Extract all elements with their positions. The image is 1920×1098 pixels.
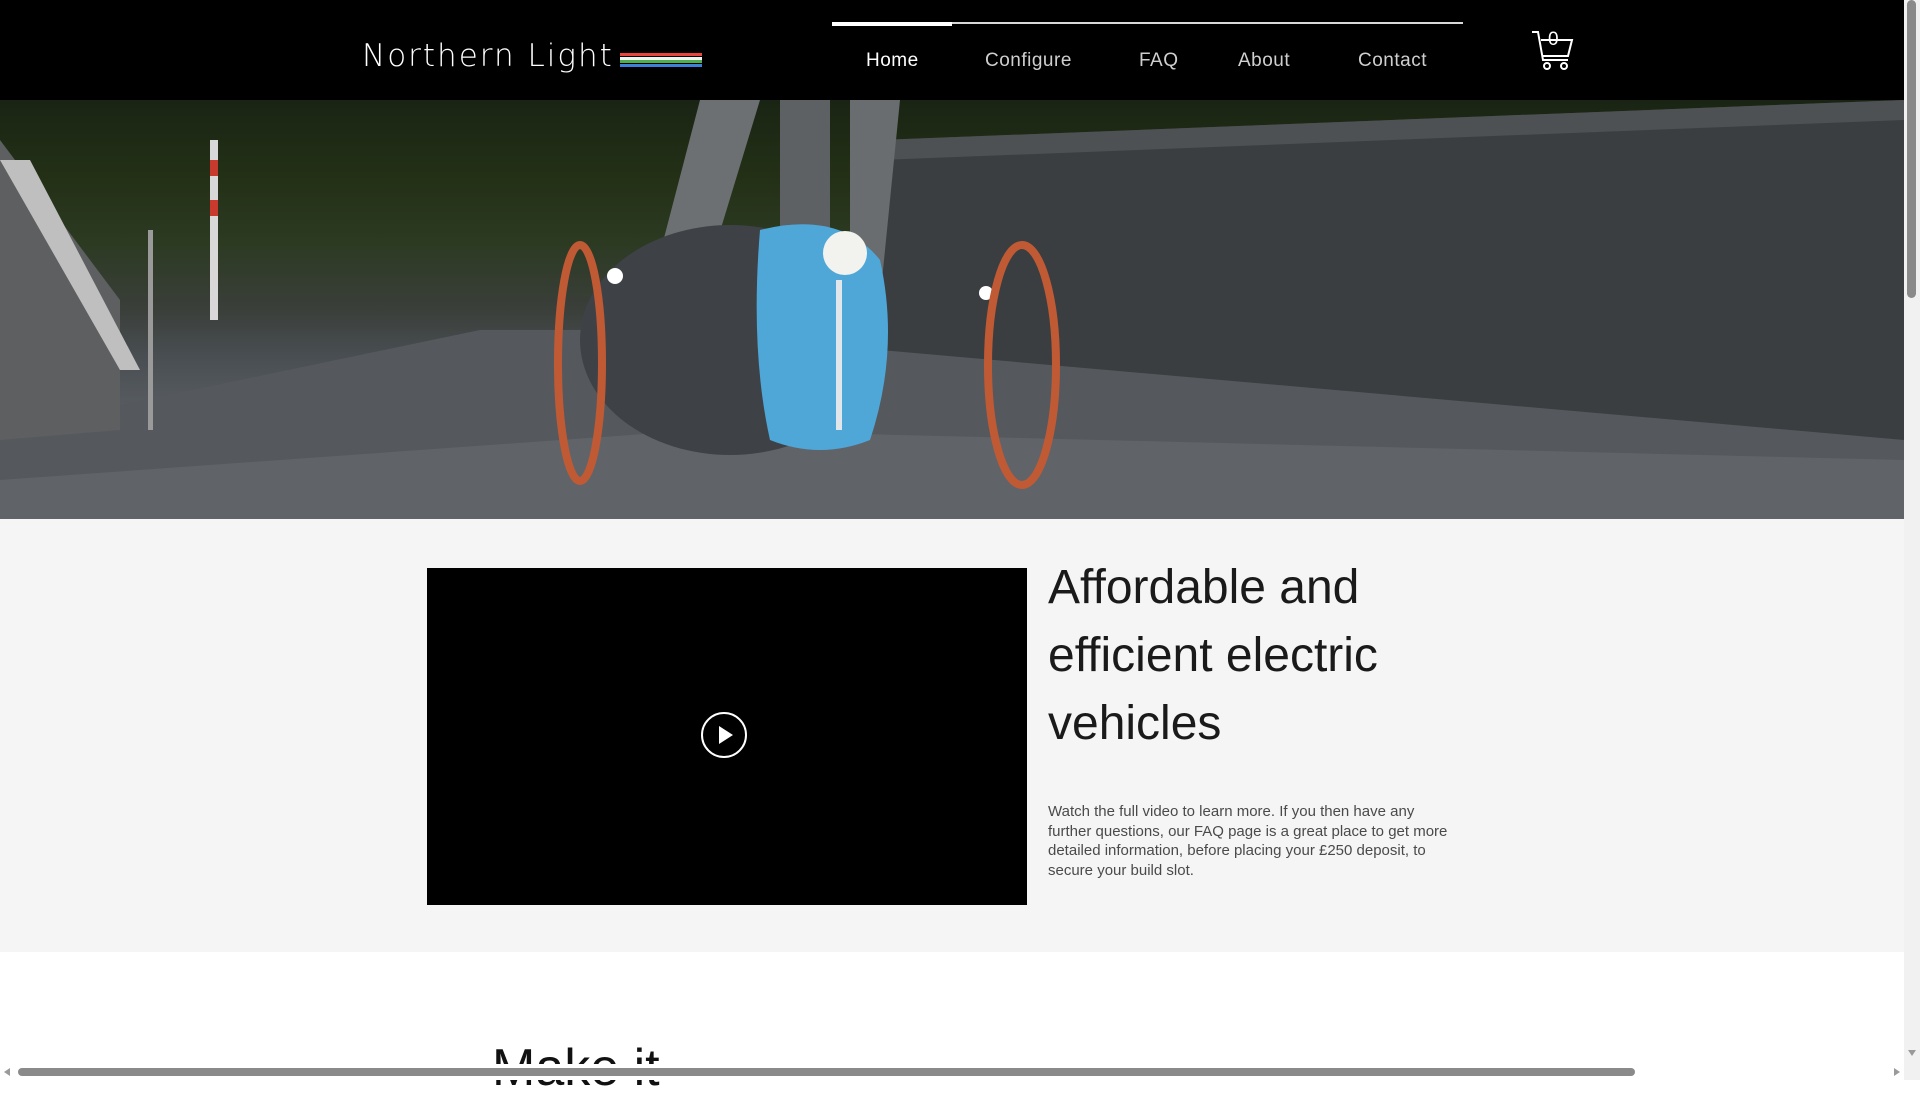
site-header: Northern Light Home Configure FAQ About … [0,0,1904,100]
horizontal-scroll-thumb[interactable] [18,1068,1635,1076]
intro-body: Watch the full video to learn more. If y… [1048,803,1448,879]
scroll-left-arrow-icon[interactable] [4,1068,10,1076]
nav-item-faq[interactable]: FAQ [1139,50,1179,72]
brand-name: Northern Light [362,38,614,74]
play-icon [719,726,733,744]
nav-item-contact[interactable]: Contact [1358,50,1427,72]
hero-image [0,100,1904,519]
hero-scene [0,100,1904,519]
nav-item-configure[interactable]: Configure [985,50,1072,72]
scroll-down-arrow-icon[interactable] [1908,1050,1916,1056]
logo-stripes [619,53,702,67]
scroll-right-arrow-icon[interactable] [1894,1068,1900,1076]
intro-headline: Affordable and efficient electric vehicl… [1048,561,1378,750]
video-player[interactable] [427,568,1027,905]
nav-item-about[interactable]: About [1238,50,1290,72]
main-nav: Home Configure FAQ About Contact [832,22,1463,84]
cart-button[interactable]: 0 [1530,26,1576,72]
brand-logo[interactable]: Northern Light [362,38,702,74]
nav-item-home[interactable]: Home [866,50,919,72]
cart-count: 0 [1548,29,1559,50]
play-button[interactable] [701,712,747,758]
vertical-scroll-thumb[interactable] [1907,0,1916,298]
nav-active-indicator [832,22,952,26]
